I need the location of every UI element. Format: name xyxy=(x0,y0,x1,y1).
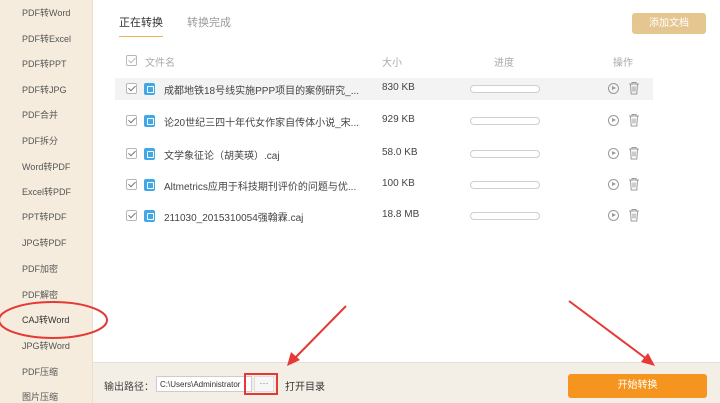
trash-icon[interactable] xyxy=(628,146,640,160)
file-name: 文学象征论（胡芙瑛）.caj xyxy=(164,151,280,162)
annotation-highlight-box xyxy=(244,373,278,395)
progress-bar xyxy=(470,150,540,158)
trash-icon[interactable] xyxy=(628,177,640,191)
tab-completed[interactable]: 转换完成 xyxy=(187,14,231,30)
trash-icon[interactable] xyxy=(628,113,640,127)
bottom-bar: 输出路径： ··· 打开目录 开始转换 xyxy=(93,362,720,403)
file-name: Altmetrics应用于科技期刊评价的问题与优... xyxy=(164,182,357,193)
sidebar-item-pdf-to-jpg[interactable]: PDF转JPG xyxy=(0,78,93,102)
file-size: 100 KB xyxy=(382,178,415,189)
add-document-button[interactable]: 添加文档 xyxy=(632,13,706,34)
sidebar-item-jpg-to-pdf[interactable]: JPG转PDF xyxy=(0,231,93,255)
sidebar-item-pdf-to-word[interactable]: PDF转Word xyxy=(0,1,93,25)
file-name: 211030_2015310054强翰霖.caj xyxy=(164,213,304,224)
row-checkbox[interactable] xyxy=(126,83,137,94)
sidebar-item-pdf-merge[interactable]: PDF合并 xyxy=(0,103,93,127)
sidebar-item-ppt-to-pdf[interactable]: PPT转PDF xyxy=(0,205,93,229)
play-icon[interactable] xyxy=(608,179,619,190)
sidebar-item-caj-to-word[interactable]: CAJ转Word xyxy=(0,308,93,332)
sidebar-item-jpg-to-word[interactable]: JPG转Word xyxy=(0,334,93,358)
sidebar-item-pdf-to-ppt[interactable]: PDF转PPT xyxy=(0,52,93,76)
sidebar-item-pdf-encrypt[interactable]: PDF加密 xyxy=(0,257,93,281)
row-checkbox[interactable] xyxy=(126,210,137,221)
table-row[interactable]: Altmetrics应用于科技期刊评价的问题与优... 100 KB xyxy=(115,174,653,196)
play-icon[interactable] xyxy=(608,115,619,126)
row-checkbox[interactable] xyxy=(126,115,137,126)
trash-icon[interactable] xyxy=(628,208,640,222)
sidebar: PDF转Word PDF转Excel PDF转PPT PDF转JPG PDF合并… xyxy=(0,0,93,403)
tab-active-underline xyxy=(119,36,163,37)
sidebar-item-pdf-decrypt[interactable]: PDF解密 xyxy=(0,283,93,307)
progress-bar xyxy=(470,85,540,93)
main-panel: 正在转换 转换完成 添加文档 文件名 大小 进度 操作 成都地铁18号线实施PP… xyxy=(93,0,720,403)
header-filename: 文件名 xyxy=(145,58,175,69)
sidebar-item-pdf-split[interactable]: PDF拆分 xyxy=(0,129,93,153)
table-header: 文件名 大小 进度 操作 xyxy=(126,52,656,70)
sidebar-item-pdf-compress[interactable]: PDF压缩 xyxy=(0,360,93,384)
play-icon[interactable] xyxy=(608,83,619,94)
header-progress: 进度 xyxy=(494,58,514,69)
tab-converting[interactable]: 正在转换 xyxy=(119,14,163,30)
play-icon[interactable] xyxy=(608,148,619,159)
row-checkbox[interactable] xyxy=(126,179,137,190)
header-size: 大小 xyxy=(382,58,402,69)
caj-file-icon xyxy=(144,148,155,160)
file-size: 830 KB xyxy=(382,82,415,93)
caj-file-icon xyxy=(144,210,155,222)
progress-bar xyxy=(470,117,540,125)
trash-icon[interactable] xyxy=(628,81,640,95)
sidebar-item-image-compress[interactable]: 图片压缩 xyxy=(0,385,93,403)
output-path-input[interactable] xyxy=(156,376,252,392)
sidebar-item-pdf-to-excel[interactable]: PDF转Excel xyxy=(0,27,93,51)
sidebar-item-excel-to-pdf[interactable]: Excel转PDF xyxy=(0,180,93,204)
table-row[interactable]: 论20世纪三四十年代女作家自传体小说_宋... 929 KB xyxy=(115,110,653,132)
output-path-label: 输出路径： xyxy=(104,382,154,393)
file-size: 58.0 KB xyxy=(382,147,418,158)
file-size: 929 KB xyxy=(382,114,415,125)
play-icon[interactable] xyxy=(608,210,619,221)
file-name: 成都地铁18号线实施PPP项目的案例研究_... xyxy=(164,86,359,97)
file-name: 论20世纪三四十年代女作家自传体小说_宋... xyxy=(164,118,359,129)
sidebar-item-word-to-pdf[interactable]: Word转PDF xyxy=(0,155,93,179)
table-row[interactable]: 成都地铁18号线实施PPP项目的案例研究_... 830 KB xyxy=(115,78,653,100)
select-all-checkbox[interactable] xyxy=(126,55,137,66)
caj-file-icon xyxy=(144,179,155,191)
progress-bar xyxy=(470,212,540,220)
start-convert-button[interactable]: 开始转换 xyxy=(568,374,707,398)
caj-file-icon xyxy=(144,115,155,127)
caj-file-icon xyxy=(144,83,155,95)
row-checkbox[interactable] xyxy=(126,148,137,159)
file-size: 18.8 MB xyxy=(382,209,420,220)
table-row[interactable]: 文学象征论（胡芙瑛）.caj 58.0 KB xyxy=(115,143,653,165)
table-row[interactable]: 211030_2015310054强翰霖.caj 18.8 MB xyxy=(115,205,653,227)
open-directory-link[interactable]: 打开目录 xyxy=(285,378,325,393)
progress-bar xyxy=(470,181,540,189)
header-action: 操作 xyxy=(613,58,633,69)
